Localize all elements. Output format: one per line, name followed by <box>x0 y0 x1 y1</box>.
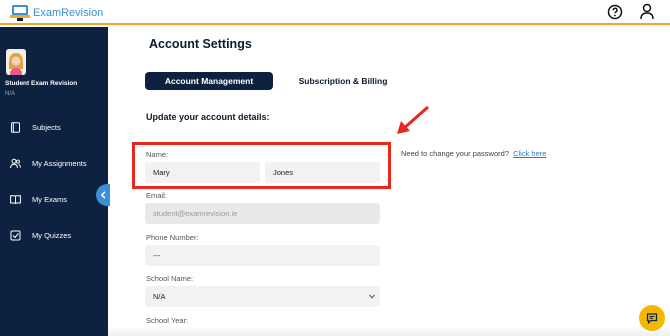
open-book-icon <box>10 195 21 205</box>
sidebar-item-my-quizzes[interactable]: My Quizzes <box>0 225 108 247</box>
book-icon <box>11 122 20 133</box>
chevron-left-icon <box>100 191 106 199</box>
school-name-value: N/A <box>153 292 166 301</box>
red-arrow-icon <box>397 105 429 134</box>
tab-subscription-billing[interactable]: Subscription & Billing <box>290 72 396 90</box>
highlight-box <box>132 142 391 189</box>
change-password-label: Need to change your password? <box>401 149 509 158</box>
sidebar-item-label: My Assignments <box>32 159 87 168</box>
check-square-icon <box>10 230 21 241</box>
page-title: Account Settings <box>149 37 252 51</box>
user-icon[interactable] <box>639 3 655 20</box>
sidebar-user-sub: N/A <box>5 91 16 97</box>
logo-text[interactable]: ExamRevision <box>33 7 103 19</box>
email-field[interactable]: student@examrevision.ie <box>145 203 380 224</box>
sidebar: Student Exam Revision N/A Subjects My As… <box>0 27 108 336</box>
tab-account-management[interactable]: Account Management <box>145 72 273 90</box>
phone-input[interactable]: --- <box>145 245 380 266</box>
sidebar-item-my-assignments[interactable]: My Assignments <box>0 153 108 175</box>
sidebar-item-label: My Exams <box>32 195 68 204</box>
sidebar-item-my-exams[interactable]: My Exams <box>0 189 108 211</box>
school-year-label: School Year: <box>146 316 189 325</box>
school-name-select[interactable]: N/A <box>145 286 380 307</box>
chat-icon <box>646 313 658 324</box>
sidebar-item-label: Subjects <box>32 123 61 132</box>
sidebar-item-label: My Quizzes <box>32 231 72 240</box>
exam-revision-logo-icon[interactable] <box>10 3 30 21</box>
section-title: Update your account details: <box>146 112 270 122</box>
change-password-link[interactable]: Click here <box>513 149 546 158</box>
help-circle-icon[interactable] <box>607 4 623 20</box>
chevron-down-icon <box>369 294 375 299</box>
school-name-label: School Name: <box>146 274 194 283</box>
change-password-text: Need to change your password? Click here <box>401 149 546 158</box>
avatar[interactable] <box>6 49 26 75</box>
users-icon <box>10 158 21 169</box>
sidebar-user-name: Student Exam Revision <box>5 80 78 87</box>
phone-label: Phone Number: <box>146 233 199 242</box>
top-bar: ExamRevision <box>0 0 670 25</box>
email-label: Email: <box>146 191 167 200</box>
scroll-fade <box>108 326 670 336</box>
sidebar-item-subjects[interactable]: Subjects <box>0 117 108 139</box>
chat-button[interactable] <box>639 305 665 331</box>
